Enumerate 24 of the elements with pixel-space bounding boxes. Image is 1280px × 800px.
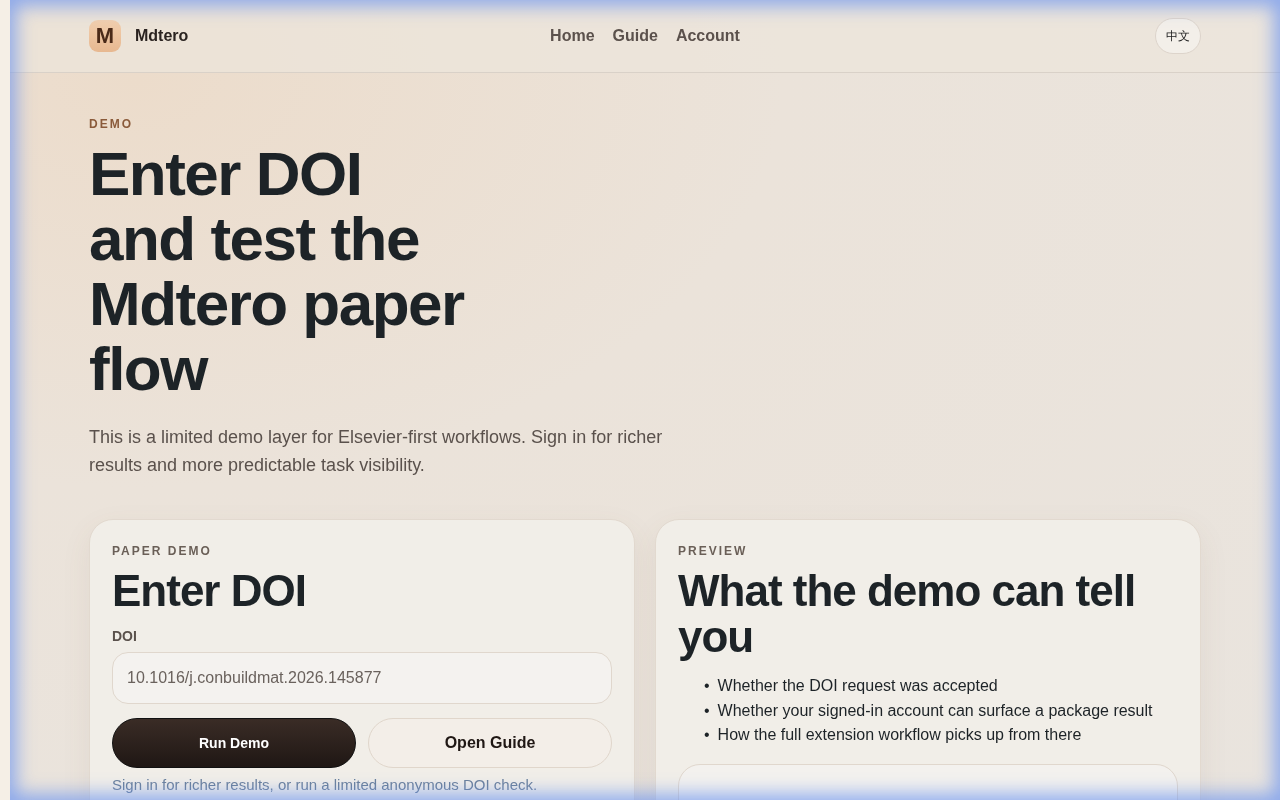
eyebrow-label: DEMO (89, 117, 134, 131)
bullet-icon: • (704, 725, 710, 746)
brand-name: Mdtero (135, 27, 189, 45)
nav-link[interactable]: Account (675, 27, 740, 45)
bullet-item: Whether the DOI request was accepted (717, 676, 998, 697)
nav-link[interactable]: Home (550, 27, 595, 45)
logo-icon: M (89, 20, 121, 52)
doi-field[interactable]: 10.1016/j.conbuildmat.2026.145877 (112, 652, 612, 704)
card-title: Enter DOI (112, 568, 307, 614)
card-eyebrow: PREVIEW (678, 544, 749, 558)
card-title: What the demo can tell you (678, 568, 1137, 660)
page-title: Enter DOI and test the Mdtero paper flow (89, 141, 466, 401)
note-text: Sign in for richer results, or run a limited anonymous DOI check. (112, 776, 539, 793)
language-button[interactable]: 中文 (1155, 18, 1201, 54)
bullet-item: How the full extension workflow picks up from there (717, 725, 1082, 746)
field-label: DOI (112, 628, 138, 644)
intro-text: This is a limited demo layer for Elsevier-first workflows. Sign in for richer results and more predictable task visibility. (89, 426, 664, 477)
card-eyebrow: PAPER DEMO (112, 544, 213, 558)
bullet-item: Whether your signed-in account can surface a package result (717, 700, 1153, 721)
nav-link[interactable]: Guide (612, 27, 658, 45)
guide-button[interactable]: Open Guide (368, 718, 612, 768)
bullet-icon: • (704, 676, 710, 697)
run-button[interactable]: Run Demo (112, 718, 356, 768)
bullet-icon: • (704, 700, 710, 721)
